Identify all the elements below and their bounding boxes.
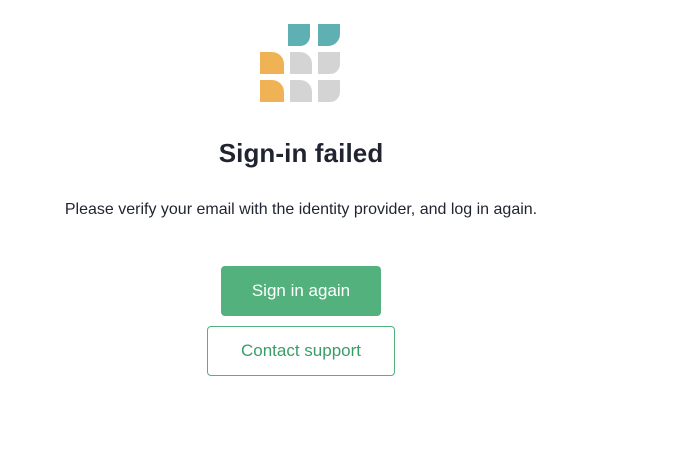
page-title: Sign-in failed xyxy=(218,138,384,168)
logo-leaf-gray-mid-left xyxy=(290,52,312,74)
logo-leaf-teal-left xyxy=(288,24,310,46)
logo-leaf-orange-top xyxy=(260,52,284,74)
sign-in-failed-page: Sign-in failed Please verify your email … xyxy=(0,0,689,469)
logo-leaf-gray-bottom-left xyxy=(290,80,312,102)
logo-leaf-orange-bottom xyxy=(260,80,284,102)
error-message: Please verify your email with the identi… xyxy=(64,201,538,218)
sign-in-again-button[interactable]: Sign in again xyxy=(221,266,381,316)
contact-support-button[interactable]: Contact support xyxy=(207,326,395,376)
logo-leaf-gray-mid-right xyxy=(318,52,340,74)
leaf-grid-logo-icon xyxy=(260,24,340,102)
logo-leaf-gray-bottom-right xyxy=(318,80,340,102)
logo-leaf-teal-right xyxy=(318,24,340,46)
